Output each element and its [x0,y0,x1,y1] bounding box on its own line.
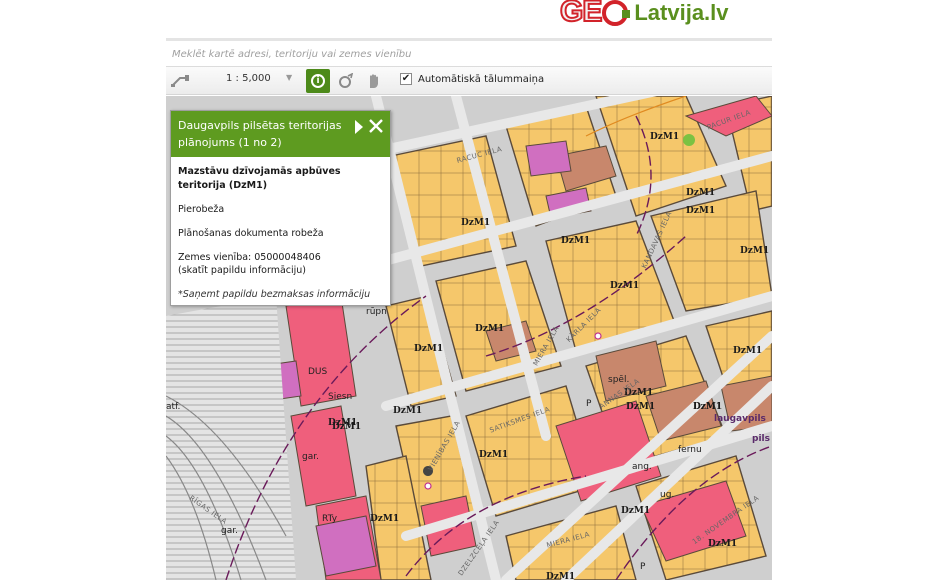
place-label: DUS [308,367,328,377]
place-label: Siesn [328,392,353,402]
parcel-info: Zemes vienība: 05000048406 (skatīt papil… [178,251,383,277]
info-glyph: i [311,74,325,88]
place-label: P [586,399,592,409]
zone-label: DzM1 [686,206,716,216]
popup-header: Daugavpils pilsētas teritorijas plānojum… [171,111,390,157]
logo-brand-text: Latvija.lv [634,0,729,25]
extra-info-link[interactable]: *Saņemt papildu bezmaksas informāciju [178,288,383,301]
logo-geo-text: GE [559,0,603,29]
map-toolbar: 1 : 5,000 ▼ i ✔ Automātiskā tālummaiņa [166,66,772,95]
planning-boundary-text: Plānošanas dokumenta robeža [178,228,324,239]
zone-label: DzM1 [626,402,656,412]
zone-label: DzM1 [693,402,723,412]
zone-label: DzM1 [686,188,716,198]
zone-label: DzM1 [740,246,770,256]
hand-icon[interactable] [362,70,386,92]
app-window: GE Latvija.lv 1 : 5,000 ▼ i [0,0,940,580]
feature-info-popup: Daugavpils pilsētas teritorijas plānojum… [170,110,391,306]
identify-icon[interactable] [334,70,358,92]
zone-label: DzM1 [708,539,738,549]
auto-zoom-checkbox[interactable]: ✔ [400,73,412,85]
place-label: P [640,562,646,572]
auto-zoom-toggle[interactable]: ✔ Automātiskā tālummaiņa [400,73,544,85]
search-input[interactable] [172,45,752,63]
place-label: gar. [302,452,319,462]
place-label: gar. [221,526,238,536]
zone-label: DzM1 [393,406,423,416]
place-label: pils [752,434,770,444]
place-label: RTy [322,514,338,524]
zone-label: DzM1 [546,572,576,580]
auto-zoom-label: Automātiskā tālummaiņa [418,73,545,85]
zone-label: DzM1 [733,346,763,356]
search-bar [166,38,772,66]
zone-label: DzM1 [461,218,491,228]
boundary-text: Pierobeža [178,204,225,215]
next-arrow-icon[interactable] [354,119,364,135]
info-icon[interactable]: i [306,69,330,93]
zone-label: DzM1 [328,418,358,428]
place-label: atf. [166,402,181,412]
measure-icon[interactable] [168,70,192,92]
close-icon[interactable] [368,118,384,134]
place-label: ang. [632,462,652,472]
scale-select[interactable]: 1 : 5,000 [226,73,271,84]
zone-label: DzM1 [650,132,680,142]
chevron-down-icon[interactable]: ▼ [286,73,292,82]
zone-label: DzM1 [414,344,444,354]
place-label: laugavpils [714,414,766,424]
zone-label: DzM1 [479,450,509,460]
parcel-link[interactable]: (skatīt papildu informāciju) [178,264,383,277]
logo-ring-icon [602,0,631,26]
parcel-label: Zemes vienība: 05000048406 [178,252,321,263]
zone-label: DzM1 [610,281,640,291]
poi-marker [424,482,432,490]
zone-label: DzM1 [475,324,505,334]
zone-label: DzM1 [621,506,651,516]
railway-area [166,296,296,580]
place-label: ug. [660,490,675,500]
geolatvija-logo[interactable]: GE Latvija.lv [559,0,729,29]
popup-body: Mazstāvu dzīvojamās apbūves teritorija (… [171,157,390,320]
tree-icon [683,134,695,146]
zone-title: Mazstāvu dzīvojamās apbūves teritorija (… [178,166,341,191]
poi-marker [594,332,602,340]
zone-label: DzM1 [561,236,591,246]
zone-label: DzM1 [370,514,400,524]
popup-title: Daugavpils pilsētas teritorijas plānojum… [178,119,342,149]
place-label: fernu [678,445,702,455]
